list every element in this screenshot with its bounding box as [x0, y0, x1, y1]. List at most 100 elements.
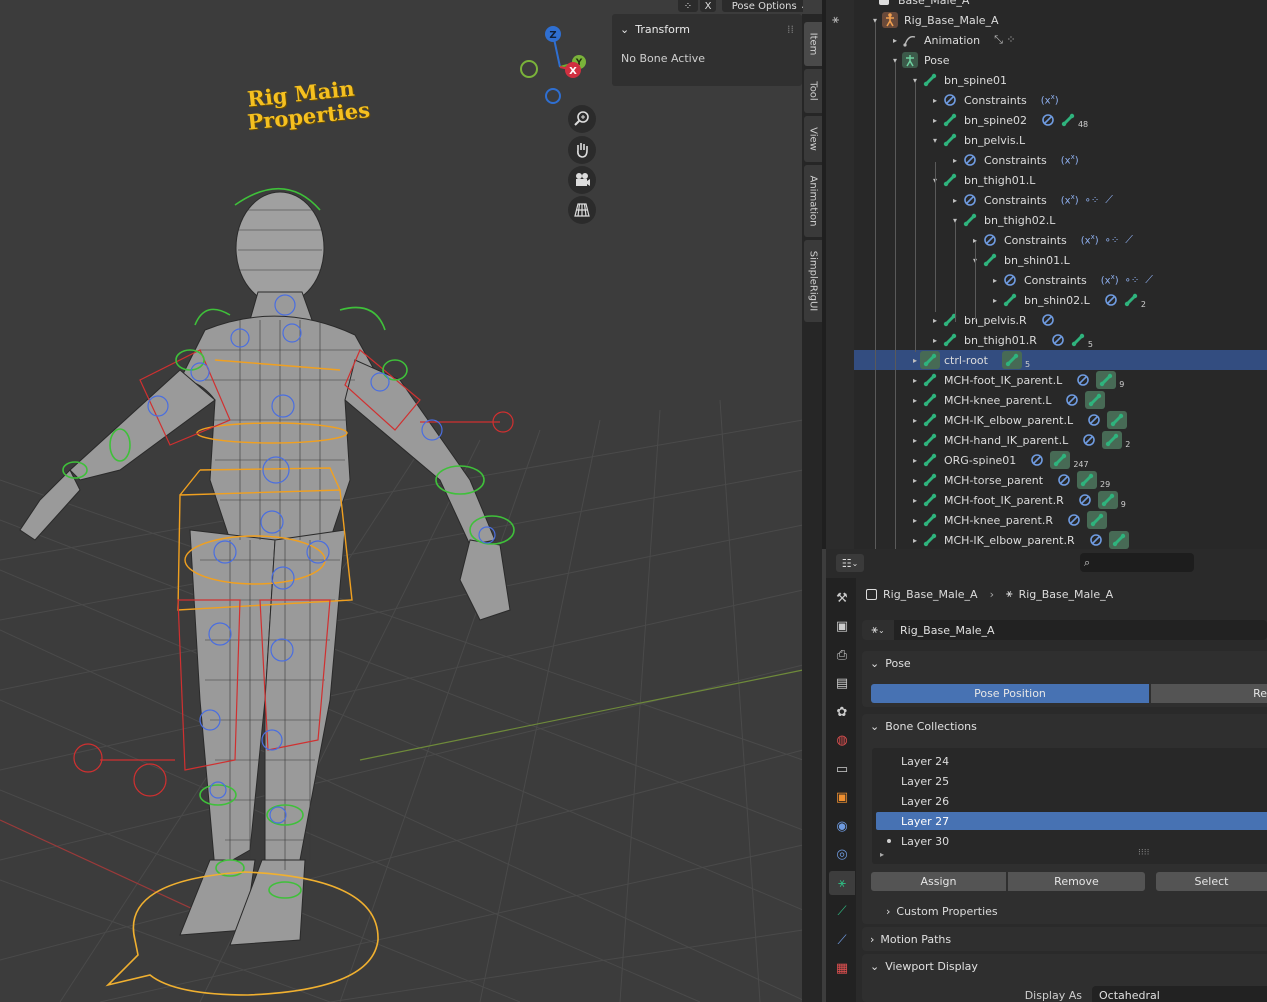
list-item-selected[interactable]: Layer 27 [876, 812, 1267, 830]
outliner-row[interactable]: ▾ Rig_Base_Male_A [826, 10, 1267, 30]
camera-icon[interactable] [568, 166, 596, 194]
row-extras[interactable]: (xx) ∘⁘ ⟋ [1081, 233, 1133, 247]
outliner-row[interactable]: ▸ Constraints (xx) ∘⁘ ⟋ [826, 190, 1267, 210]
tab-simplerigui[interactable]: SimpleRigUI [804, 240, 822, 322]
outliner-row[interactable]: ▸ ctrl-root 5 [826, 350, 1267, 370]
outliner-row[interactable]: ▾bn_thigh01.L [826, 170, 1267, 190]
outliner-row[interactable]: ▾ Pose [826, 50, 1267, 70]
armature-data-icon[interactable]: ⚹ [829, 871, 855, 895]
select-button[interactable]: Select [1156, 872, 1267, 891]
row-extras[interactable]: 5 [1001, 351, 1030, 369]
list-item[interactable]: Layer 25 [876, 772, 1267, 790]
row-extras[interactable]: 9 [1076, 371, 1124, 389]
expand-toggle-icon[interactable]: ▸ [890, 36, 900, 45]
bone-collections-list[interactable]: Layer 24 Layer 25 Layer 26 Layer 27 Laye… [872, 748, 1267, 864]
row-extras[interactable]: 29 [1057, 471, 1110, 489]
row-extras[interactable] [1067, 511, 1107, 529]
row-extras[interactable]: (xx) ∘⁘ ⟋ [1061, 193, 1113, 207]
expand-toggle-icon[interactable]: ▸ [910, 496, 920, 505]
pose-filter-icon[interactable]: ⚹ [832, 12, 839, 27]
outliner-row[interactable]: ▸ ORG-spine01 247 [826, 450, 1267, 470]
outliner-row[interactable]: ▸ MCH-foot_IK_parent.L 9 [826, 370, 1267, 390]
expand-toggle-icon[interactable]: ▸ [910, 396, 920, 405]
armature-name[interactable]: Rig_Base_Male_A [900, 624, 995, 637]
modifier-icon[interactable]: ◉ [829, 814, 855, 838]
pose-panel-header[interactable]: ⌄ Pose [862, 651, 1267, 675]
outliner-row[interactable]: ▸ MCH-knee_parent.L [826, 390, 1267, 410]
expand-toggle-icon[interactable]: ▸ [910, 476, 920, 485]
pan-hand-icon[interactable] [568, 136, 596, 164]
snap-icon[interactable]: ⁘ [678, 0, 698, 12]
tab-animation[interactable]: Animation [804, 165, 822, 237]
expand-toggle-icon[interactable]: ▸ [910, 376, 920, 385]
texture-icon[interactable]: ▦ [829, 957, 855, 981]
list-item[interactable]: Layer 30 [876, 832, 1267, 850]
outliner-row[interactable]: ▸ bn_shin02.L 2 [826, 290, 1267, 310]
pose-options-dropdown[interactable]: Pose Options ⌄ [722, 0, 803, 12]
expand-toggle-icon[interactable]: ▸ [990, 276, 1000, 285]
outliner-row[interactable]: ▸ MCH-hand_IK_parent.L 2 [826, 430, 1267, 450]
expand-toggle-icon[interactable]: ▸ [910, 456, 920, 465]
expand-toggle-icon[interactable]: ▸ [950, 196, 960, 205]
row-extras[interactable]: 9 [1078, 491, 1126, 509]
row-extras[interactable]: 5 [1051, 333, 1093, 349]
expand-toggle-icon[interactable]: ▸ [910, 356, 920, 365]
expand-toggle-icon[interactable]: ▸ [910, 436, 920, 445]
row-extras[interactable] [1041, 313, 1055, 327]
outliner-row[interactable]: ▸ bn_spine02 48 [826, 110, 1267, 130]
row-extras[interactable] [1087, 411, 1128, 429]
outliner-row[interactable]: ▸ Constraints (xx) [826, 150, 1267, 170]
expand-toggle-icon[interactable]: ▸ [930, 336, 940, 345]
tab-tool[interactable]: Tool [804, 69, 822, 113]
assign-button[interactable]: Assign [871, 872, 1006, 891]
breadcrumb-armature[interactable]: Rig_Base_Male_A [1019, 588, 1114, 601]
list-item[interactable]: Layer 24 [876, 752, 1267, 770]
transform-panel-header[interactable]: ⌄ Transform ⁞⁞ [612, 14, 802, 44]
row-extras[interactable]: 48 [1041, 113, 1088, 129]
row-extras[interactable]: 2 [1082, 431, 1130, 449]
outliner-row[interactable]: ▾ bn_pelvis.L [826, 130, 1267, 150]
grid-perspective-icon[interactable] [568, 196, 596, 224]
expand-toggle-icon[interactable]: ▸ [910, 416, 920, 425]
view-layer-icon[interactable]: ▤ [829, 672, 855, 696]
outliner-row[interactable]: Base_Male_A [826, 0, 1267, 10]
row-extras[interactable] [1065, 391, 1106, 409]
outliner-row[interactable]: ▸ MCH-torse_parent 29 [826, 470, 1267, 490]
object-icon[interactable]: ▣ [829, 786, 855, 810]
close-button[interactable]: X [700, 0, 716, 12]
scene-icon[interactable]: ✿ [829, 700, 855, 724]
drag-handle-icon[interactable]: ⁞⁞ [787, 23, 794, 36]
outliner-row[interactable]: ▸ bn_pelvis.R [826, 310, 1267, 330]
render-icon[interactable]: ▣ [829, 615, 855, 639]
outliner-row[interactable]: ▸ MCH-foot_IK_parent.R 9 [826, 490, 1267, 510]
list-resize-handle[interactable]: ⁝⁝⁝⁝ [1138, 848, 1149, 858]
outliner-row[interactable]: ▸ MCH-knee_parent.R [826, 510, 1267, 530]
world-icon[interactable]: ◍ [829, 729, 855, 753]
outliner-row[interactable]: ▸ MCH-IK_elbow_parent.R [826, 530, 1267, 549]
viewport-scene[interactable] [0, 0, 803, 1002]
row-extras[interactable]: 2 [1104, 293, 1146, 309]
row-extras[interactable] [1089, 531, 1129, 549]
bone-icon[interactable]: ⟋ [829, 900, 855, 924]
custom-properties-subpanel[interactable]: › Custom Properties [886, 905, 998, 918]
row-extras[interactable]: (xx) [1061, 153, 1079, 166]
expand-toggle-icon[interactable]: ▸ [990, 296, 1000, 305]
navigation-gizmo[interactable]: Z Y X [515, 22, 595, 112]
rest-position-button[interactable]: Re [1151, 684, 1267, 703]
outliner[interactable]: ▾ Rig_Base_Male_A ▸ Animation ⤡ ⁘ ▾ Pose ▾ bn_sp… [826, 0, 1267, 549]
outliner-row[interactable]: ▸ Constraints (xx) ∘⁘ ⟋ [826, 230, 1267, 250]
outliner-row[interactable]: ▸ Constraints (xx) ∘⁘ ⟋ [826, 270, 1267, 290]
outliner-row[interactable]: ▸ Constraints (xx) [826, 90, 1267, 110]
outliner-row[interactable]: ▾ bn_spine01 [826, 70, 1267, 90]
row-extras[interactable]: 247 [1030, 451, 1089, 469]
constraint-icon[interactable]: ◎ [829, 843, 855, 867]
list-item[interactable]: Layer 26 [876, 792, 1267, 810]
expand-toggle-icon[interactable]: ▸ [910, 536, 920, 545]
display-as-dropdown[interactable]: Octahedral [1092, 986, 1267, 1002]
viewport-display-header[interactable]: ⌄ Viewport Display [862, 954, 1267, 978]
editor-type-dropdown[interactable]: ☷ ⌄ [836, 554, 864, 572]
output-icon[interactable]: ⎙ [829, 643, 855, 667]
outliner-row[interactable]: ▾bn_shin01.L [826, 250, 1267, 270]
breadcrumb-object[interactable]: Rig_Base_Male_A [883, 588, 978, 601]
tool-icon[interactable]: ⚒ [829, 586, 855, 610]
